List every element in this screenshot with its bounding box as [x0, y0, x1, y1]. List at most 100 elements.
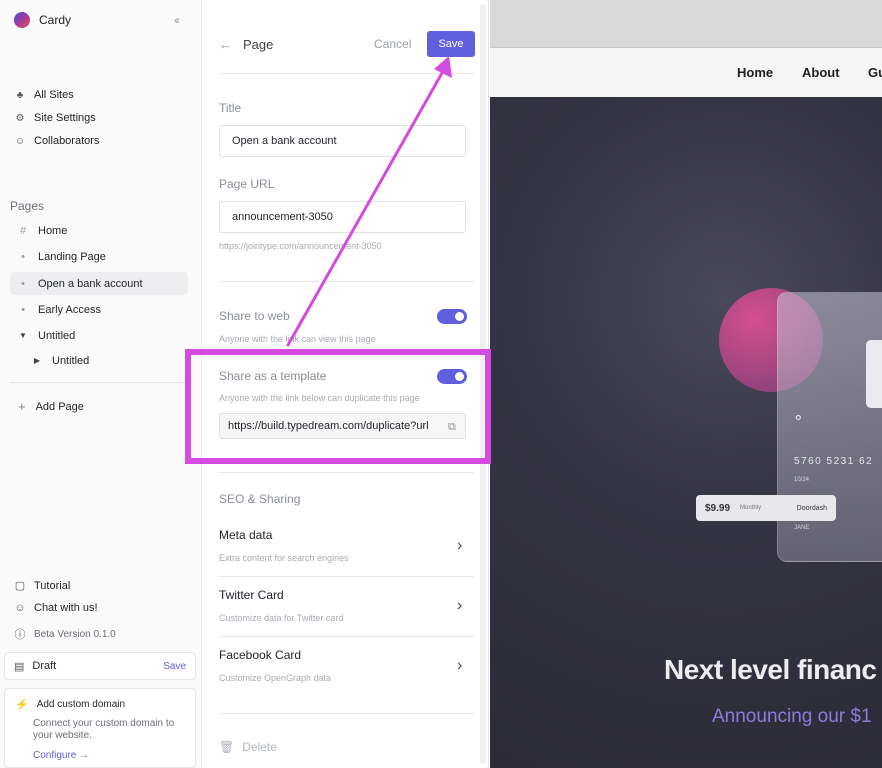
page-item-label: Home	[38, 224, 68, 237]
delete-label: Delete	[242, 740, 277, 754]
page-item-untitled[interactable]: ▼ Untitled	[10, 324, 188, 347]
custom-domain-description: Connect your custom domain to your websi…	[33, 718, 175, 741]
bullet-icon: •	[21, 250, 25, 263]
page-item-label: Open a bank account	[38, 277, 143, 290]
row-title: Twitter Card	[219, 588, 284, 602]
info-icon: ⓘ	[14, 629, 26, 641]
version-info: ⓘ Beta Version 0.1.0	[14, 626, 116, 642]
page-item-untitled-child[interactable]: ▶ Untitled	[24, 349, 188, 372]
configure-domain-link[interactable]: Configure →	[33, 750, 185, 761]
nav-all-sites-label: All Sites	[34, 89, 74, 101]
page-item-label: Landing Page	[38, 250, 106, 263]
page-item-label: Untitled	[52, 354, 90, 367]
chevron-right-icon: ›	[457, 537, 463, 554]
page-item-home[interactable]: # Home	[10, 219, 188, 242]
chat-link[interactable]: ☺ Chat with us!	[14, 602, 98, 614]
site-nav-home[interactable]: Home	[737, 65, 773, 80]
sites-icon: ♣	[16, 89, 24, 101]
back-button[interactable]: ← Page	[219, 37, 273, 52]
row-divider	[219, 636, 474, 637]
tutorial-label: Tutorial	[34, 579, 71, 592]
panel-divider	[219, 281, 474, 282]
row-title: Facebook Card	[219, 648, 302, 662]
page-url-label: Page URL	[219, 177, 275, 191]
add-page-label: Add Page	[35, 400, 84, 413]
panel-divider	[219, 713, 474, 714]
preview-top-bar	[490, 0, 882, 48]
row-subtitle: Customize OpenGraph data	[219, 673, 332, 683]
expand-caret-icon[interactable]: ▼	[16, 331, 30, 340]
collapse-sidebar-icon[interactable]: ‹‹	[174, 13, 180, 27]
draft-label: Draft	[32, 660, 57, 672]
page-url-input[interactable]: announcement-3050	[219, 201, 466, 233]
chevron-right-icon: ›	[457, 597, 463, 614]
nav-collaborators-label: Collaborators	[34, 135, 100, 147]
workspace-name: Cardy	[39, 13, 72, 27]
site-nav-guide[interactable]: Gu	[868, 65, 882, 80]
save-button[interactable]: Save	[427, 31, 475, 57]
row-divider	[219, 576, 474, 577]
site-navbar: Home About Gu	[490, 48, 882, 97]
panel-title: Page	[243, 37, 274, 52]
hero-subtitle: Announcing our $1	[712, 706, 872, 727]
title-input[interactable]: Open a bank account	[219, 125, 466, 157]
users-icon: ☺	[14, 135, 26, 147]
sidebar: Cardy ‹‹ ♣ All Sites ⚙ Site Settings ☺ C…	[0, 0, 202, 768]
site-preview: Home About Gu ⚬ 5760 5231 62 10/24 JANE …	[490, 0, 882, 768]
gear-icon: ⚙	[15, 112, 25, 124]
page-item-landing-page[interactable]: • Landing Page	[10, 245, 188, 268]
share-web-hint: Anyone with the link can view this page	[219, 334, 376, 344]
lightning-icon: ⚡	[15, 699, 29, 711]
nav-all-sites[interactable]: ♣ All Sites	[14, 89, 74, 101]
row-subtitle: Extra content for search engines	[219, 553, 349, 563]
seo-section-label: SEO & Sharing	[219, 492, 301, 506]
pages-section-label: Pages	[10, 199, 45, 213]
transaction-frequency: Monthly	[740, 505, 762, 511]
page-item-label: Early Access	[38, 303, 101, 316]
add-page-button[interactable]: + Add Page	[18, 399, 84, 414]
nav-collaborators[interactable]: ☺ Collaborators	[14, 135, 100, 147]
share-web-toggle[interactable]	[437, 309, 467, 324]
delete-page-button[interactable]: 🗑 Delete	[219, 740, 277, 754]
workspace-switcher[interactable]: Cardy	[14, 12, 71, 28]
document-icon: ▤	[14, 660, 25, 673]
page-item-open-a-bank-account[interactable]: • Open a bank account	[10, 272, 188, 295]
smile-icon: ☺	[14, 602, 26, 614]
page-item-early-access[interactable]: • Early Access	[10, 298, 188, 321]
workspace-logo-icon	[14, 12, 30, 28]
cancel-button[interactable]: Cancel	[374, 37, 411, 51]
floating-card	[866, 340, 882, 408]
panel-divider	[219, 472, 474, 473]
chat-label: Chat with us!	[34, 602, 98, 614]
hero-title: Next level financ	[664, 654, 877, 685]
sidebar-divider	[10, 382, 192, 383]
row-subtitle: Customize data for Twitter card	[219, 613, 344, 623]
row-title: Meta data	[219, 528, 273, 542]
card-holder: JANE	[794, 525, 810, 531]
annotation-highlight-box	[185, 349, 491, 464]
plus-icon: +	[18, 399, 26, 414]
page-item-label: Untitled	[38, 329, 76, 342]
trash-icon: 🗑	[219, 740, 235, 754]
transaction-merchant: Doordash	[796, 504, 827, 512]
collapsed-caret-icon[interactable]: ▶	[30, 356, 44, 365]
page-url-hint: https://jointype.com/announcement-3050	[219, 241, 382, 251]
panel-header-divider	[219, 73, 474, 74]
chevron-right-icon: ›	[457, 657, 463, 674]
bullet-icon: •	[21, 303, 25, 316]
card-number: 5760 5231 62	[794, 456, 874, 467]
transaction-price: $9.99	[705, 502, 731, 514]
card-expiry: 10/24	[794, 477, 810, 483]
nav-site-settings-label: Site Settings	[34, 112, 96, 124]
title-label: Title	[219, 101, 242, 115]
site-nav-about[interactable]: About	[802, 65, 840, 80]
custom-domain-title: Add custom domain	[36, 699, 126, 710]
tutorial-link[interactable]: ▢ Tutorial	[14, 579, 71, 593]
nav-site-settings[interactable]: ⚙ Site Settings	[14, 112, 96, 124]
transaction-notification: $9.99 Monthly Doordash	[696, 495, 836, 521]
arrow-left-icon: ←	[219, 37, 232, 52]
book-icon: ▢	[14, 580, 26, 592]
hash-icon: #	[19, 224, 27, 237]
custom-domain-card: ⚡ Add custom domain Connect your custom …	[4, 688, 196, 768]
draft-save-link[interactable]: Save	[163, 661, 186, 672]
